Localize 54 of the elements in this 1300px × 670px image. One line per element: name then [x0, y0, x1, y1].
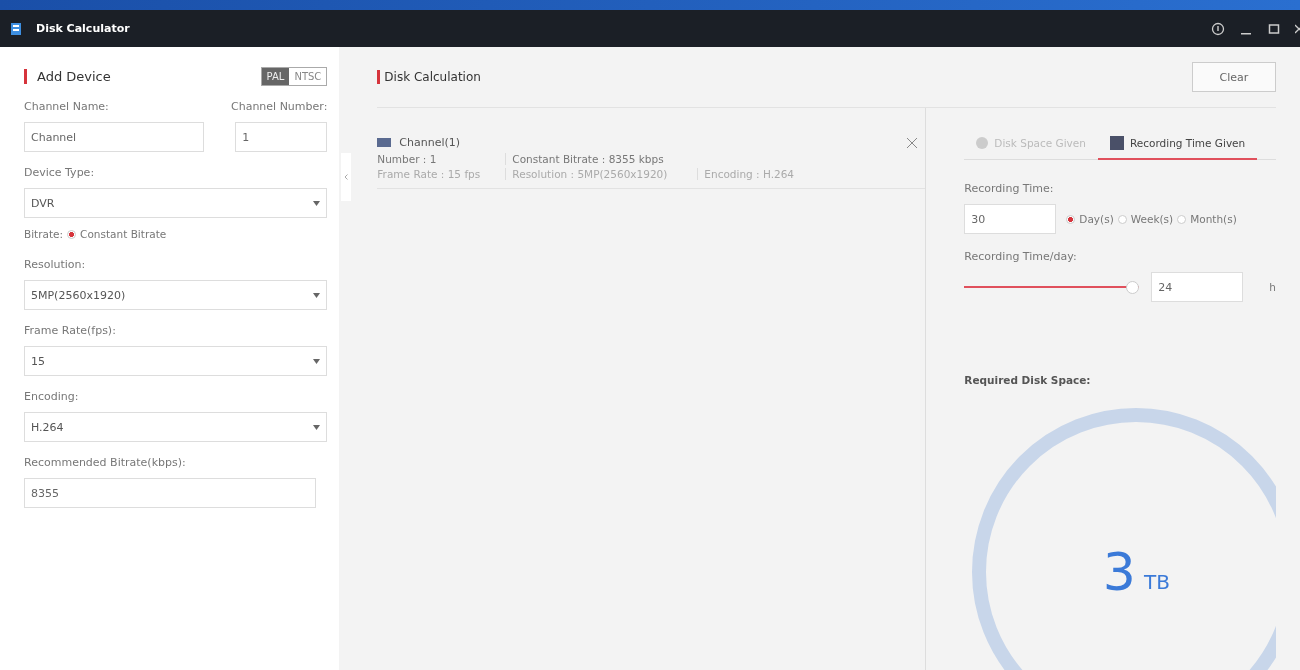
hours-field[interactable]: 24: [1151, 272, 1244, 302]
dropdown[interactable]: H.264: [24, 412, 328, 442]
section-title: Add Device: [24, 69, 111, 84]
field-label: Device Type:: [24, 166, 96, 179]
radio-button[interactable]: [67, 229, 77, 239]
result-label: Required Disk Space:: [964, 374, 1092, 386]
field-label: Bitrate:: [24, 228, 64, 240]
result-unit: TB: [1143, 570, 1170, 594]
channel-number-field[interactable]: 1: [235, 122, 328, 152]
standard-option[interactable]: PAL: [261, 68, 290, 85]
device-icon: [377, 138, 392, 147]
field-label: Channel Name:: [24, 100, 109, 113]
clear-button[interactable]: Clear: [1192, 62, 1276, 92]
caret-icon: [313, 292, 321, 298]
channel-detail: Constant Bitrate : 8355 kbps: [505, 153, 698, 165]
dropdown[interactable]: 5MP(2560x1920): [24, 280, 328, 310]
radio-button[interactable]: [1117, 214, 1127, 224]
drive-icon: [1109, 136, 1124, 150]
tab[interactable]: Recording Time Given: [1097, 128, 1258, 160]
disk-icon: [976, 137, 989, 149]
info-icon[interactable]: [1211, 21, 1225, 36]
dropdown[interactable]: DVR: [24, 188, 328, 218]
field-label: Recording Time/day:: [964, 250, 1078, 263]
window-title: Disk Calculator: [36, 22, 131, 35]
field-label: Resolution:: [24, 258, 87, 271]
bitrate-field[interactable]: 8355: [24, 478, 316, 508]
radio-label: Week(s): [1130, 213, 1174, 225]
unit-label: h: [1269, 281, 1276, 293]
field-label: Recording Time:: [964, 182, 1055, 195]
collapse-handle[interactable]: [341, 153, 352, 201]
channel-name: Channel(1): [399, 136, 462, 149]
channel-detail: Number : 1: [377, 153, 438, 165]
field-label: Channel Number:: [231, 100, 328, 113]
radio-label: Constant Bitrate: [80, 228, 167, 240]
dropdown[interactable]: 15: [24, 346, 328, 376]
radio-button[interactable]: [1066, 214, 1076, 224]
channel-detail: Frame Rate : 15 fps: [377, 168, 482, 180]
field-label: Recommended Bitrate(kbps):: [24, 456, 187, 469]
radio-label: Day(s): [1079, 213, 1114, 225]
caret-icon: [313, 424, 321, 430]
section-title: Disk Calculation: [377, 70, 481, 84]
field-label: Frame Rate(fps):: [24, 324, 117, 337]
caret-icon: [313, 358, 321, 364]
radio-button[interactable]: [1177, 214, 1187, 224]
channel-detail: Resolution : 5MP(2560x1920): [505, 168, 698, 180]
radio-label: Month(s): [1190, 213, 1237, 225]
result-value: 3: [1102, 542, 1136, 602]
recording-time-field[interactable]: 30: [964, 204, 1057, 234]
app-icon: [10, 21, 22, 36]
channel-detail: Encoding : H.264: [697, 168, 926, 180]
caret-icon: [313, 200, 321, 206]
field-label: Encoding:: [24, 390, 80, 403]
maximize-icon[interactable]: [1267, 21, 1281, 36]
channel-name-field[interactable]: Channel: [24, 122, 204, 152]
